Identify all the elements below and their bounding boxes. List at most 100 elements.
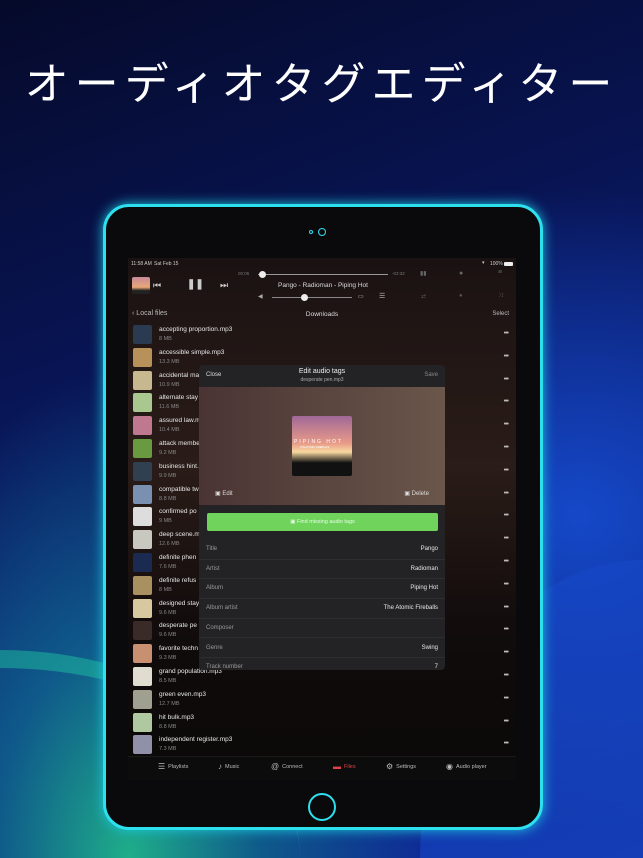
file-row[interactable]: accepting proportion.mp3 8 MB ••• — [128, 323, 516, 346]
edit-artwork-button[interactable]: ▣ Edit — [215, 490, 233, 497]
headline: オーディオタグエディター — [24, 59, 619, 110]
delete-artwork-button[interactable]: ▣ Delete — [404, 490, 429, 497]
file-size: 9.6 MB — [159, 609, 177, 616]
camera — [318, 228, 326, 236]
field-label: Album — [206, 585, 224, 592]
tab-music[interactable]: ♪ Music — [218, 762, 239, 771]
tag-field[interactable]: Artist Radioman — [199, 560, 445, 580]
more-icon[interactable]: ••• — [504, 444, 509, 451]
field-value[interactable]: 7 — [435, 664, 438, 670]
file-size: 7.3 MB — [159, 746, 177, 753]
file-name: desperate pe — [159, 622, 197, 630]
select-button[interactable]: Select — [492, 311, 509, 317]
find-missing-tags-button[interactable]: ▣ Find missing audio tags — [207, 513, 438, 531]
now-playing-title: Pango - Radioman - Piping Hot — [278, 282, 368, 289]
file-artwork — [133, 575, 152, 595]
now-playing-artwork[interactable] — [132, 277, 150, 294]
file-size: 9.9 MB — [159, 472, 177, 479]
more-icon[interactable]: ••• — [504, 398, 509, 405]
tag-field[interactable]: Composer — [199, 619, 445, 639]
file-artwork — [133, 370, 152, 390]
field-value[interactable]: Piping Hot — [410, 585, 438, 591]
file-name: green even.mp3 — [159, 690, 206, 698]
tab-audio-player[interactable]: ◉ Audio player — [446, 762, 487, 771]
file-artwork — [133, 621, 152, 641]
album-artwork[interactable]: PIPING HOT THE ATOMIC FIREBALLS — [292, 416, 352, 476]
tab-label: Settings — [396, 763, 417, 770]
more-icon[interactable]: ••• — [504, 353, 509, 360]
file-artwork — [133, 416, 152, 436]
tab-label: Playlists — [168, 763, 189, 770]
more-icon[interactable]: ••• — [504, 558, 509, 565]
file-name: designed stay — [159, 599, 200, 607]
tag-field[interactable]: Track number 7 — [199, 658, 445, 670]
more-icon[interactable]: ••• — [504, 490, 509, 497]
progress-knob[interactable] — [258, 271, 266, 278]
edit-tags-dialog: Close Edit audio tags desperate pen.mp3 … — [199, 365, 445, 670]
more-icon[interactable]: ••• — [504, 695, 509, 702]
volume-slider[interactable] — [272, 297, 352, 298]
field-value[interactable]: Radioman — [411, 566, 438, 572]
field-label: Genre — [206, 644, 223, 651]
file-name: assured law.m — [159, 417, 201, 425]
previous-icon[interactable]: ⏮ — [153, 280, 161, 291]
menu-icon[interactable]: ≡ — [498, 269, 502, 276]
cast-icon[interactable]: ▭ — [358, 293, 364, 300]
more-icon[interactable]: ••• — [504, 649, 509, 656]
file-size: 12.6 MB — [159, 541, 180, 548]
save-button[interactable]: Save — [424, 372, 438, 378]
tab-settings[interactable]: ⚙ Settings — [386, 762, 416, 771]
home-button[interactable] — [308, 793, 336, 821]
layout-icon[interactable]: ▮▮ — [420, 270, 427, 277]
file-size: 9.6 MB — [159, 632, 177, 639]
file-name: favorite techn — [159, 645, 199, 653]
speed-icon[interactable]: ● — [459, 293, 463, 299]
field-value[interactable]: The Atomic Fireballs — [384, 605, 438, 611]
file-row[interactable]: hit bulk.mp3 8.8 MB ••• — [128, 711, 516, 734]
field-value[interactable]: Swing — [422, 645, 438, 651]
queue-icon[interactable]: ☰ — [379, 292, 385, 300]
more-icon[interactable]: ••• — [504, 604, 509, 611]
timer-icon[interactable]: ● — [459, 270, 463, 277]
field-label: Album artist — [206, 605, 238, 612]
tab-connect[interactable]: @ Connect — [271, 762, 303, 771]
more-icon[interactable]: ••• — [504, 581, 509, 588]
file-row[interactable]: independent register.mp3 7.3 MB ••• — [128, 733, 516, 756]
more-icon[interactable]: ••• — [504, 626, 509, 633]
tab-playlists[interactable]: ☰ Playlists — [158, 762, 188, 771]
artwork-area: PIPING HOT THE ATOMIC FIREBALLS ▣ Edit ▣… — [199, 387, 445, 505]
field-value[interactable]: Pango — [421, 546, 438, 552]
artwork-title: PIPING HOT — [294, 439, 343, 445]
more-icon[interactable]: ••• — [504, 672, 509, 679]
more-icon[interactable]: ••• — [504, 421, 509, 428]
tag-field[interactable]: Album artist The Atomic Fireballs — [199, 599, 445, 619]
tab-files[interactable]: ▬ Files — [333, 762, 356, 771]
shuffle-icon[interactable]: ⤨ — [498, 293, 503, 300]
tag-field[interactable]: Album Piping Hot — [199, 579, 445, 600]
more-icon[interactable]: ••• — [504, 512, 509, 519]
delete-label: Delete — [411, 491, 429, 497]
status-time: 11:58 AM — [131, 261, 152, 267]
pause-icon[interactable]: ❚❚ — [187, 279, 204, 290]
next-icon[interactable]: ⏭ — [220, 280, 228, 291]
more-icon[interactable]: ••• — [504, 535, 509, 542]
file-size: 10.9 MB — [159, 381, 180, 388]
tag-field[interactable]: Title Pango — [199, 540, 445, 560]
file-name: independent register.mp3 — [159, 736, 233, 744]
repeat-icon[interactable]: ⇄ — [421, 293, 426, 300]
file-name: confirmed po — [159, 508, 197, 516]
volume-icon: ◀ — [258, 294, 263, 300]
more-icon[interactable]: ••• — [504, 330, 509, 337]
file-name: accepting proportion.mp3 — [159, 326, 233, 333]
more-icon[interactable]: ••• — [504, 740, 509, 747]
find-label: Find missing audio tags — [296, 519, 355, 525]
more-icon[interactable]: ••• — [504, 376, 509, 383]
more-icon[interactable]: ••• — [504, 467, 509, 474]
tag-field[interactable]: Genre Swing — [199, 639, 445, 659]
file-artwork — [133, 598, 152, 618]
more-icon[interactable]: ••• — [504, 718, 509, 725]
progress-slider[interactable] — [258, 274, 388, 275]
file-row[interactable]: green even.mp3 12.7 MB ••• — [128, 688, 516, 711]
volume-knob[interactable] — [301, 294, 308, 301]
file-artwork — [133, 553, 152, 572]
